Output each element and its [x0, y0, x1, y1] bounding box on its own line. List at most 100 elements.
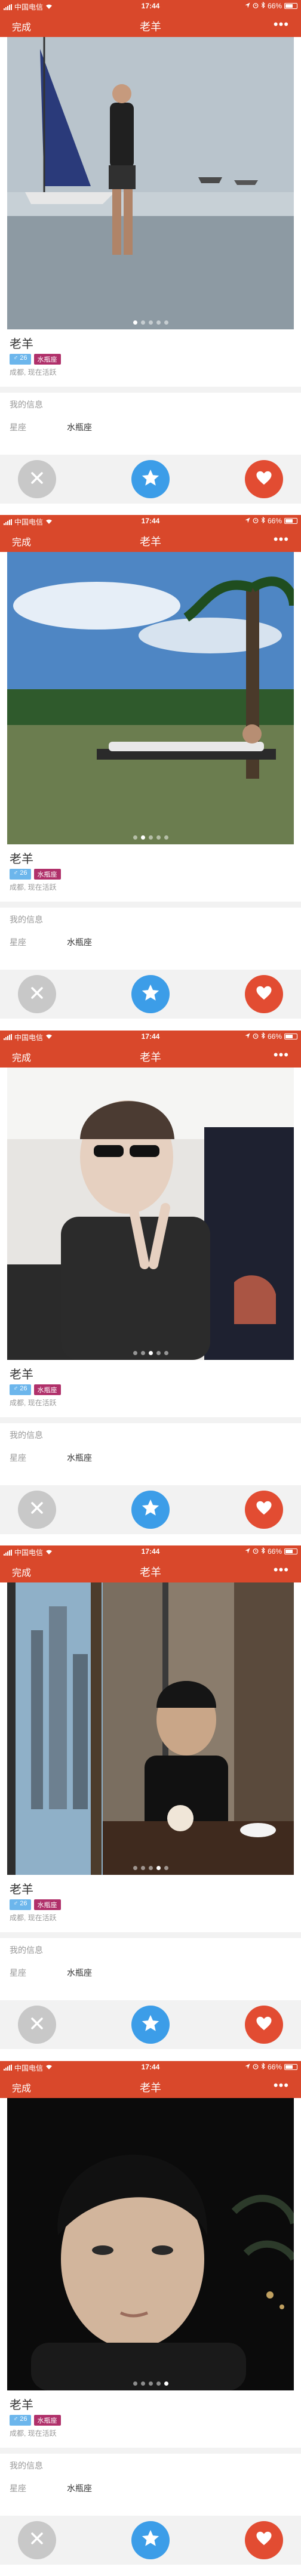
super-like-button[interactable] — [131, 460, 170, 498]
photo-page-indicator — [7, 2381, 294, 2386]
photo-page-indicator — [7, 320, 294, 325]
age-badge: ♂ 26 — [10, 2414, 31, 2426]
battery-icon — [284, 1548, 297, 1555]
close-icon — [29, 2016, 45, 2034]
battery-percent: 66% — [267, 1032, 282, 1041]
nav-title: 老羊 — [140, 21, 161, 33]
photo-page-indicator — [7, 1866, 294, 1871]
location-arrow-icon — [245, 1032, 250, 1041]
page-dot — [156, 1866, 161, 1871]
like-button[interactable] — [245, 1490, 283, 1529]
page-dot — [133, 1350, 137, 1355]
heart-icon — [255, 2529, 273, 2550]
like-button[interactable] — [245, 975, 283, 1014]
sailboat-beach-photo — [7, 37, 294, 329]
profile-photo[interactable] — [7, 37, 294, 329]
zodiac-label: 星座 — [10, 2483, 26, 2493]
page-dot — [140, 1350, 145, 1355]
divider — [0, 1417, 301, 1423]
location-arrow-icon — [245, 517, 250, 525]
pass-button[interactable] — [18, 1490, 56, 1529]
pass-button[interactable] — [18, 460, 56, 498]
more-button[interactable]: ••• — [274, 17, 289, 32]
profile-photo[interactable] — [7, 1582, 294, 1875]
location-status: 成都, 现在活跃 — [10, 883, 57, 892]
super-like-button[interactable] — [131, 2521, 170, 2559]
nav-bar: 完成 老羊 ••• — [0, 1042, 301, 1068]
like-button[interactable] — [245, 460, 283, 498]
page-dot — [156, 1350, 161, 1355]
battery-percent: 66% — [267, 517, 282, 526]
page-dot — [140, 835, 145, 840]
heart-icon — [255, 469, 273, 490]
divider — [0, 2447, 301, 2454]
like-button[interactable] — [245, 2006, 283, 2044]
profile-card-1: 中国电信 17:44 66% 完成 老羊 ••• 老羊 ♂ 26 水瓶座 成都,… — [0, 0, 301, 516]
section-title: 我的信息 — [10, 1945, 43, 1955]
bluetooth-icon — [261, 517, 265, 525]
alarm-icon — [253, 1032, 259, 1041]
action-bar — [0, 970, 301, 1019]
status-bar: 中国电信 17:44 66% — [0, 515, 301, 527]
zodiac-value: 水瓶座 — [67, 1968, 92, 1978]
bluetooth-icon — [261, 2062, 265, 2071]
alarm-icon — [253, 2063, 259, 2071]
zodiac-badge: 水瓶座 — [33, 1899, 61, 1911]
page-dot — [140, 1866, 145, 1871]
super-like-button[interactable] — [131, 975, 170, 1014]
more-button[interactable]: ••• — [274, 1562, 289, 1578]
bluetooth-icon — [261, 1, 265, 10]
bluetooth-icon — [261, 1032, 265, 1041]
star-icon — [140, 2528, 161, 2552]
pass-button[interactable] — [18, 2006, 56, 2044]
page-dot — [164, 1866, 168, 1871]
profile-card-2: 中国电信 17:44 66% 完成 老羊 ••• 老羊 ♂ 26 水瓶座 成都,… — [0, 515, 301, 1031]
profile-photo[interactable] — [7, 2097, 294, 2390]
action-bar — [0, 2000, 301, 2050]
close-icon — [29, 985, 45, 1004]
age-badge: ♂ 26 — [10, 1384, 31, 1395]
bluetooth-icon — [261, 1547, 265, 1556]
more-button[interactable]: ••• — [274, 1047, 289, 1063]
divider — [0, 902, 301, 908]
like-button[interactable] — [245, 2521, 283, 2559]
zodiac-label: 星座 — [10, 422, 26, 432]
profile-card-3: 中国电信 17:44 66% 完成 老羊 ••• 老羊 ♂ 26 水瓶座 成都,… — [0, 1030, 301, 1546]
profile-name: 老羊 — [10, 1368, 33, 1381]
star-icon — [140, 1498, 161, 1521]
battery-percent: 66% — [267, 2, 282, 10]
nav-bar: 完成 老羊 ••• — [0, 2072, 301, 2098]
super-like-button[interactable] — [131, 1490, 170, 1529]
page-dot — [133, 1866, 137, 1871]
nav-title: 老羊 — [140, 2081, 161, 2094]
zodiac-row: 星座 水瓶座 — [0, 931, 301, 953]
zodiac-value: 水瓶座 — [67, 1452, 92, 1463]
page-dot — [133, 320, 137, 325]
nav-title: 老羊 — [140, 536, 161, 548]
zodiac-badge: 水瓶座 — [33, 354, 61, 365]
super-like-button[interactable] — [131, 2006, 170, 2044]
profile-photo[interactable] — [7, 552, 294, 845]
pass-button[interactable] — [18, 975, 56, 1014]
zodiac-label: 星座 — [10, 1968, 26, 1978]
section-title: 我的信息 — [10, 2460, 43, 2470]
location-status: 成都, 现在活跃 — [10, 2429, 57, 2438]
page-dot — [140, 320, 145, 325]
zodiac-row: 星座 水瓶座 — [0, 1447, 301, 1469]
star-icon — [140, 2013, 161, 2037]
battery-icon — [284, 1033, 297, 1039]
zodiac-value: 水瓶座 — [67, 937, 92, 948]
more-button[interactable]: ••• — [274, 532, 289, 547]
section-title: 我的信息 — [10, 915, 43, 925]
zodiac-value: 水瓶座 — [67, 422, 92, 432]
page-dot — [156, 2381, 161, 2386]
profile-photo[interactable] — [7, 1067, 294, 1360]
more-button[interactable]: ••• — [274, 2078, 289, 2093]
page-dot — [148, 1866, 153, 1871]
section-title: 我的信息 — [10, 400, 43, 409]
pass-button[interactable] — [18, 2521, 56, 2559]
profile-card-5: 中国电信 17:44 66% 完成 老羊 ••• 老羊 ♂ 26 水瓶座 成都,… — [0, 2060, 301, 2576]
age-badge: ♂ 26 — [10, 354, 31, 365]
age-badge: ♂ 26 — [10, 869, 31, 880]
status-bar: 中国电信 17:44 66% — [0, 2060, 301, 2073]
